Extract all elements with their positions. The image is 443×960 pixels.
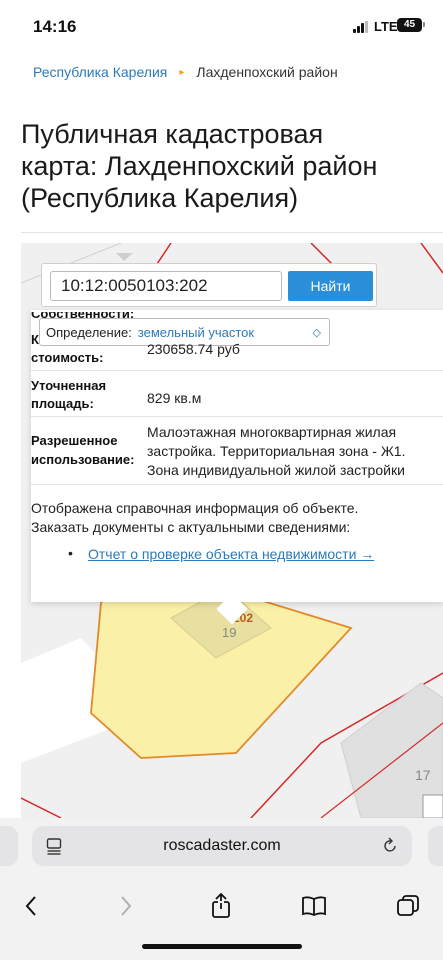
signal-icon (353, 21, 371, 33)
bookmarks-button[interactable] (298, 892, 330, 920)
row-divider (31, 370, 443, 371)
area-value: 829 кв.м (147, 390, 202, 406)
search-button[interactable]: Найти (288, 271, 373, 301)
tabs-icon (397, 895, 419, 916)
breadcrumb: Республика Карелия ▸ Лахденпохский район (33, 64, 338, 80)
chevron-left-icon (25, 896, 36, 916)
home-indicator (142, 944, 302, 949)
page-title-line-1: Публичная кадастровая (21, 119, 324, 149)
battery-tip (423, 22, 425, 27)
area-label-2: площадь: (31, 396, 94, 411)
battery-icon: 45 (397, 18, 422, 32)
permitted-use-label-2: использование: (31, 452, 135, 467)
back-button[interactable] (15, 892, 47, 920)
building-number-2: 17 (415, 767, 431, 783)
reload-icon[interactable] (382, 837, 398, 855)
breadcrumb-current: Лахденпохский район (196, 64, 338, 80)
forward-button[interactable] (110, 892, 142, 920)
previous-tab-pill[interactable] (0, 826, 18, 866)
title-divider (21, 232, 443, 233)
cadastral-cost-label-2: стоимость: (31, 350, 104, 365)
share-icon (212, 893, 230, 918)
area-label-1: Уточненная (31, 378, 107, 393)
page-title-line-2: карта: Лахденпохский район (21, 151, 378, 181)
row-divider (31, 484, 443, 485)
chevron-right-icon (121, 896, 132, 916)
list-bullet: • (68, 545, 73, 561)
address-bar[interactable]: roscadaster.com (32, 826, 412, 866)
permitted-use-label-1: Разрешенное (31, 433, 118, 448)
network-type: LTE (374, 19, 398, 34)
status-time: 14:16 (33, 17, 77, 36)
permitted-use-value-1: Малоэтажная многоквартирная жилая (147, 424, 397, 440)
cadastral-cost-value: 230658.74 руб (147, 341, 240, 357)
page-title-line-3: (Республика Карелия) (21, 183, 299, 213)
building-number: 19 (222, 625, 237, 640)
search-bar: Найти (41, 263, 377, 307)
status-bar: 14:16 LTE 45 (0, 0, 443, 52)
breadcrumb-separator-icon: ▸ (179, 66, 185, 78)
page-title: Публичная кадастровая карта: Лахденпохск… (21, 118, 443, 218)
cadastral-search-input[interactable] (50, 271, 282, 301)
browser-bottom-bar: roscadaster.com (0, 818, 443, 960)
breadcrumb-link-region[interactable]: Республика Карелия (33, 64, 167, 80)
next-tab-pill[interactable] (428, 826, 443, 866)
share-button[interactable] (205, 892, 237, 920)
chevron-updown-icon: ◇ (312, 326, 321, 339)
permitted-use-value-3: Зона индивидуальной жилой застройки (147, 462, 405, 478)
reference-note-1: Отображена справочная информация об объе… (31, 500, 359, 516)
reference-note-2: Заказать документы с актуальными сведени… (31, 519, 351, 535)
definition-label: Определение: (46, 324, 132, 340)
permitted-use-value-2: застройка. Территориальная зона - Ж1. (147, 443, 406, 459)
book-icon (302, 896, 326, 917)
definition-value: земельный участок (137, 324, 255, 340)
url-text: roscadaster.com (163, 837, 281, 854)
cadastral-cost-label-1: Кадастровая (31, 332, 39, 347)
property-report-link[interactable]: Отчет о проверке объекта недвижимости → (88, 546, 374, 562)
tabs-button[interactable] (392, 892, 424, 920)
row-divider (31, 416, 443, 417)
